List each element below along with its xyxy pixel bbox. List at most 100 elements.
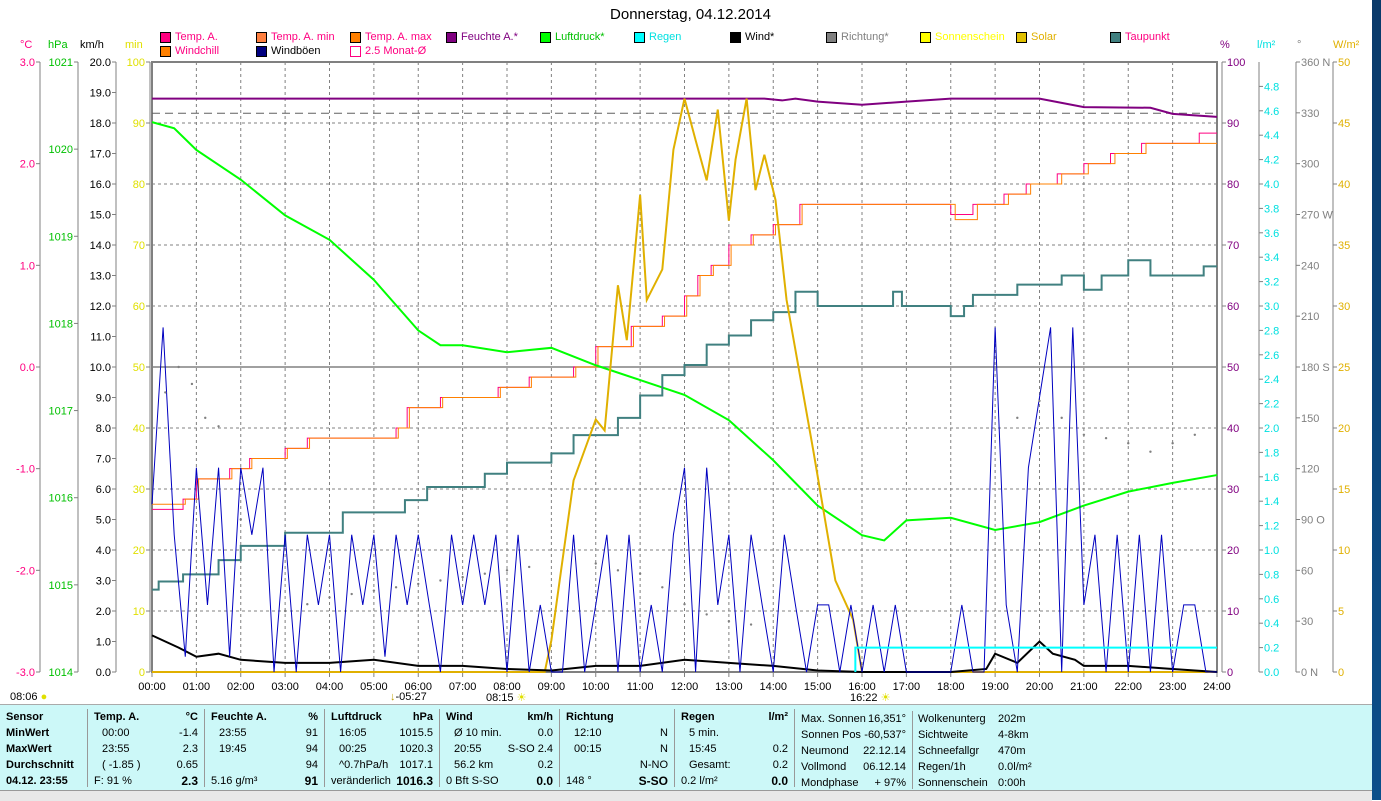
- axis-label-wind: 8.0: [96, 423, 111, 435]
- info-row: Max. Sonnen 16,351°: [795, 711, 912, 727]
- x-tick-label: 13:00: [715, 681, 743, 693]
- cell-value: 0.2: [772, 743, 788, 755]
- series-richtung-point: [164, 391, 167, 394]
- cell-label: 16:05: [339, 727, 367, 739]
- info-value: 4-8km: [998, 729, 1029, 741]
- series-richtung-point: [638, 572, 642, 575]
- axis-label-solar: 50: [1338, 57, 1350, 69]
- axis-label-rain: 0.8: [1264, 569, 1279, 581]
- cell-label: 23:55: [102, 743, 130, 755]
- x-tick-label: 09:00: [538, 681, 566, 693]
- axis-label-wind: 17.0: [90, 149, 111, 161]
- axis-label-rain: 2.2: [1264, 399, 1279, 411]
- unit-press: hPa: [48, 39, 68, 51]
- axis-label-dir: 300: [1301, 159, 1319, 171]
- info-value: 0:00h: [998, 777, 1026, 789]
- info-row: Sonnenschein 0:00h: [912, 775, 1037, 791]
- unit-hum: %: [1220, 39, 1230, 51]
- desktop-edge: [1372, 0, 1381, 800]
- cell-label: veränderlich: [331, 775, 391, 787]
- series-richtung-point: [483, 572, 487, 575]
- info-value: 06.12.14: [863, 761, 906, 773]
- cell-label: 0 Bft S-SO: [446, 775, 499, 787]
- axis-label-dir: 0 N: [1301, 667, 1318, 679]
- x-tick-label: 05:00: [360, 681, 388, 693]
- axis-label-hum: 0: [1227, 667, 1233, 679]
- axis-label-wind: 11.0: [90, 332, 111, 344]
- axis-label-wind: 14.0: [90, 240, 111, 252]
- series-richtung-point: [439, 579, 442, 582]
- info-value: 16,351°: [867, 713, 906, 725]
- info-value: 0.0l/m²: [998, 761, 1032, 773]
- legend-label: Windchill: [175, 45, 220, 57]
- table-row: 00:15 N: [560, 741, 674, 757]
- info-label: Schneefallgr: [918, 745, 980, 757]
- x-tick-label: 12:00: [671, 681, 699, 693]
- header-label: Regen: [681, 711, 715, 723]
- series-richtung-point: [749, 623, 753, 626]
- axis-label-wind: 20.0: [90, 57, 111, 69]
- legend-swatch: [730, 31, 741, 43]
- axis-label-dir: 180 S: [1301, 362, 1330, 374]
- axis-label-dir: 150: [1301, 413, 1319, 425]
- cell-value: 91: [304, 774, 318, 788]
- axis-label-dir: 270 W: [1301, 210, 1333, 222]
- header-label: Wind: [446, 711, 473, 723]
- axis-label-wind: 9.0: [96, 393, 111, 405]
- sun-mark-set: 16:22 ☀: [850, 691, 890, 704]
- header-unit: %: [308, 711, 318, 723]
- legend-swatch: [256, 45, 267, 57]
- sun-mark-rise: 08:15 ☀: [486, 691, 526, 704]
- legend-swatch: [1110, 31, 1121, 43]
- series-richtung-point: [527, 565, 531, 569]
- legend-swatch: [540, 31, 551, 43]
- unit-dir: °: [1297, 39, 1302, 51]
- cell-value: 1020.3: [399, 743, 433, 755]
- table-row: 56.2 km 0.2: [440, 757, 559, 773]
- x-tick-label: 11:00: [627, 681, 654, 693]
- table-row: 15:45 0.2: [675, 741, 794, 757]
- summary-panel: Sensor MinWert MaxWert Durchschnitt 04.12. 2…: [0, 704, 1372, 791]
- legend-label: Luftdruck*: [555, 31, 605, 43]
- axis-label-dir: 90 O: [1301, 515, 1325, 527]
- axis-label-hum: 50: [1227, 362, 1239, 374]
- cell-label: Durchschnitt: [6, 759, 74, 771]
- legend-item: Luftdruck*: [540, 31, 605, 43]
- axis-label-min: 10: [133, 606, 145, 618]
- legend-item: 2.5 Monat-Ø: [350, 45, 426, 57]
- axis-label-rain: 1.4: [1264, 496, 1279, 508]
- axis-label-press: 1015: [49, 580, 73, 592]
- table-row: veränderlich 1016.3: [325, 773, 439, 789]
- axis-label-min: 30: [133, 484, 145, 496]
- cell-label: 148 °: [566, 775, 592, 787]
- axis-label-press: 1020: [49, 144, 73, 156]
- cell-label: 5.16 g/m³: [211, 775, 258, 787]
- axis-label-press: 1018: [49, 318, 73, 330]
- sun-mark-dawn-time: -05:27: [395, 691, 427, 703]
- chart-title: Donnerstag, 04.12.2014: [610, 6, 771, 23]
- axis-label-rain: 3.8: [1264, 203, 1279, 215]
- cell-label: 00:15: [574, 743, 602, 755]
- table-column: Wind km/h Ø 10 min. 0.0 20:55 S-SO 2.4 56.2 km…: [440, 709, 560, 788]
- axis-label-hum: 100: [1227, 57, 1245, 69]
- series-richtung-point: [461, 575, 464, 579]
- axis-label-press: 1019: [49, 231, 73, 243]
- axis-label-solar: 15: [1338, 484, 1350, 496]
- table-row: 0.2 l/m² 0.0: [675, 773, 794, 789]
- series-richtung-point: [616, 569, 620, 572]
- axis-label-solar: 5: [1338, 606, 1344, 618]
- table-header: Feuchte A.%: [205, 709, 324, 725]
- legend-swatch: [160, 31, 171, 43]
- series-richtung-point: [727, 619, 731, 623]
- x-tick-label: 23:00: [1159, 681, 1187, 693]
- table-row: 23:55 91: [205, 725, 324, 741]
- header-label: Luftdruck: [331, 711, 382, 723]
- info-label: Sichtweite: [918, 729, 969, 741]
- cell-label: 5 min.: [689, 727, 719, 739]
- axis-label-solar: 20: [1338, 423, 1350, 435]
- table-column: Temp. A. °C 00:00 -1.4 23:55 2.3 ( -1.85 ) 0.65…: [88, 709, 205, 788]
- table-row: Durchschnitt: [0, 757, 87, 773]
- axis-label-press: 1021: [49, 57, 73, 69]
- cell-value: S-SO 2.4: [507, 743, 553, 755]
- info-row: Regen/1h 0.0l/m²: [912, 759, 1037, 775]
